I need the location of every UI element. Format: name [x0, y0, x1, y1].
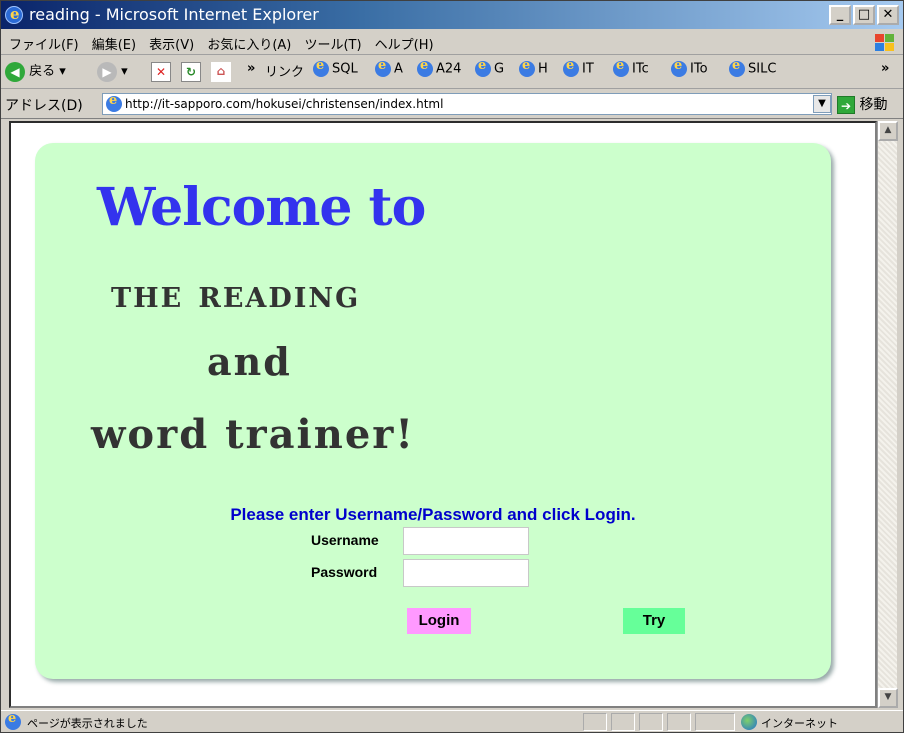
maximize-button[interactable]: □ [853, 5, 875, 25]
go-arrow-icon: ➔ [837, 96, 855, 114]
scroll-up-button[interactable]: ▲ [878, 121, 898, 141]
forward-button[interactable]: ▶ ▾ [97, 61, 128, 83]
menu-help[interactable]: ヘルプ(H) [375, 34, 434, 53]
home-button[interactable]: ⌂ [211, 61, 231, 83]
toolbar: ◀ 戻る ▾ ▶ ▾ ✕ ↻ ⌂ » リンク SQL A A24 G H IT … [1, 55, 903, 89]
menu-view[interactable]: 表示(V) [149, 34, 194, 53]
back-button[interactable]: ◀ 戻る ▾ [5, 61, 66, 83]
heading-line-word-trainer: word trainer! [91, 411, 415, 458]
password-row: Password [311, 559, 531, 589]
links-overflow-chevron[interactable]: » [881, 61, 889, 83]
heading-line-and: and [207, 339, 292, 384]
menu-tools[interactable]: ツール(T) [304, 34, 361, 53]
address-bar: アドレス(D) http://it-sapporo.com/hokusei/ch… [1, 89, 903, 119]
link-it[interactable]: IT [563, 58, 594, 83]
status-segment [611, 713, 635, 731]
vertical-scrollbar[interactable]: ▲ ▼ [877, 121, 898, 708]
stop-button[interactable]: ✕ [151, 61, 171, 83]
forward-arrow-icon: ▶ [97, 61, 117, 82]
ie-page-icon [613, 58, 629, 77]
welcome-panel: Welcome to the reading and word trainer!… [35, 143, 831, 679]
link-h[interactable]: H [519, 58, 548, 83]
close-button[interactable]: ✕ [877, 5, 899, 25]
ie-page-icon [519, 58, 535, 77]
ie-page-icon [671, 58, 687, 77]
page-viewport: Welcome to the reading and word trainer!… [9, 121, 877, 708]
username-row: Username [311, 527, 531, 557]
menu-favorites[interactable]: お気に入り(A) [207, 34, 291, 53]
address-dropdown-button[interactable]: ▼ [813, 95, 831, 113]
ie-page-icon [475, 58, 491, 77]
window-title: reading - Microsoft Internet Explorer [29, 5, 319, 24]
stop-icon: ✕ [151, 61, 171, 82]
menu-bar: ファイル(F) 編集(E) 表示(V) お気に入り(A) ツール(T) ヘルプ(… [1, 29, 903, 55]
ie-page-icon [417, 58, 433, 77]
go-button[interactable]: ➔ 移動 [837, 94, 887, 116]
address-label: アドレス(D) [5, 98, 83, 114]
ie-icon [5, 5, 23, 24]
heading-line-reading: the reading [111, 271, 361, 316]
refresh-button[interactable]: ↻ [181, 61, 201, 83]
scroll-down-button[interactable]: ▼ [878, 688, 898, 708]
address-input[interactable]: http://it-sapporo.com/hokusei/christense… [102, 93, 832, 115]
back-label: 戻る [29, 64, 56, 79]
ie-page-icon [375, 58, 391, 77]
username-input[interactable] [403, 527, 529, 555]
login-button[interactable]: Login [407, 608, 471, 634]
status-segment [667, 713, 691, 731]
password-input[interactable] [403, 559, 529, 587]
page-icon [106, 93, 122, 112]
link-ito[interactable]: ITo [671, 58, 708, 83]
minimize-button[interactable]: _ [829, 5, 851, 25]
title-bar[interactable]: reading - Microsoft Internet Explorer _ … [1, 1, 903, 29]
internet-globe-icon [741, 714, 757, 730]
go-label: 移動 [859, 97, 888, 113]
link-a24[interactable]: A24 [417, 58, 461, 83]
status-segment [639, 713, 663, 731]
address-url: http://it-sapporo.com/hokusei/christense… [125, 97, 444, 111]
ie-page-icon [563, 58, 579, 77]
home-icon: ⌂ [211, 61, 231, 82]
status-bar: ページが表示されました インターネット [1, 710, 903, 732]
link-g[interactable]: G [475, 58, 504, 83]
link-sql[interactable]: SQL [313, 58, 358, 83]
security-zone-label: インターネット [761, 717, 838, 730]
back-arrow-icon: ◀ [5, 61, 25, 82]
link-a[interactable]: A [375, 58, 403, 83]
try-button[interactable]: Try [623, 608, 685, 634]
ie-page-icon [313, 58, 329, 77]
menu-file[interactable]: ファイル(F) [9, 34, 79, 53]
page-status-icon [5, 711, 21, 730]
ie-page-icon [729, 58, 745, 77]
status-text: ページが表示されました [27, 717, 148, 730]
status-segment [583, 713, 607, 731]
toolbar-chevron[interactable]: » [247, 61, 255, 83]
status-segment [695, 713, 735, 731]
login-instructions: Please enter Username/Password and click… [230, 505, 636, 524]
welcome-heading: Welcome to [97, 177, 426, 238]
browser-window: reading - Microsoft Internet Explorer _ … [0, 0, 904, 733]
menu-edit[interactable]: 編集(E) [92, 34, 136, 53]
link-silc[interactable]: SILC [729, 58, 776, 83]
username-label: Username [311, 532, 379, 548]
links-label: リンク [265, 65, 305, 80]
password-label: Password [311, 564, 378, 580]
windows-logo-icon [871, 32, 895, 52]
refresh-icon: ↻ [181, 61, 201, 82]
link-itc[interactable]: ITc [613, 58, 649, 83]
